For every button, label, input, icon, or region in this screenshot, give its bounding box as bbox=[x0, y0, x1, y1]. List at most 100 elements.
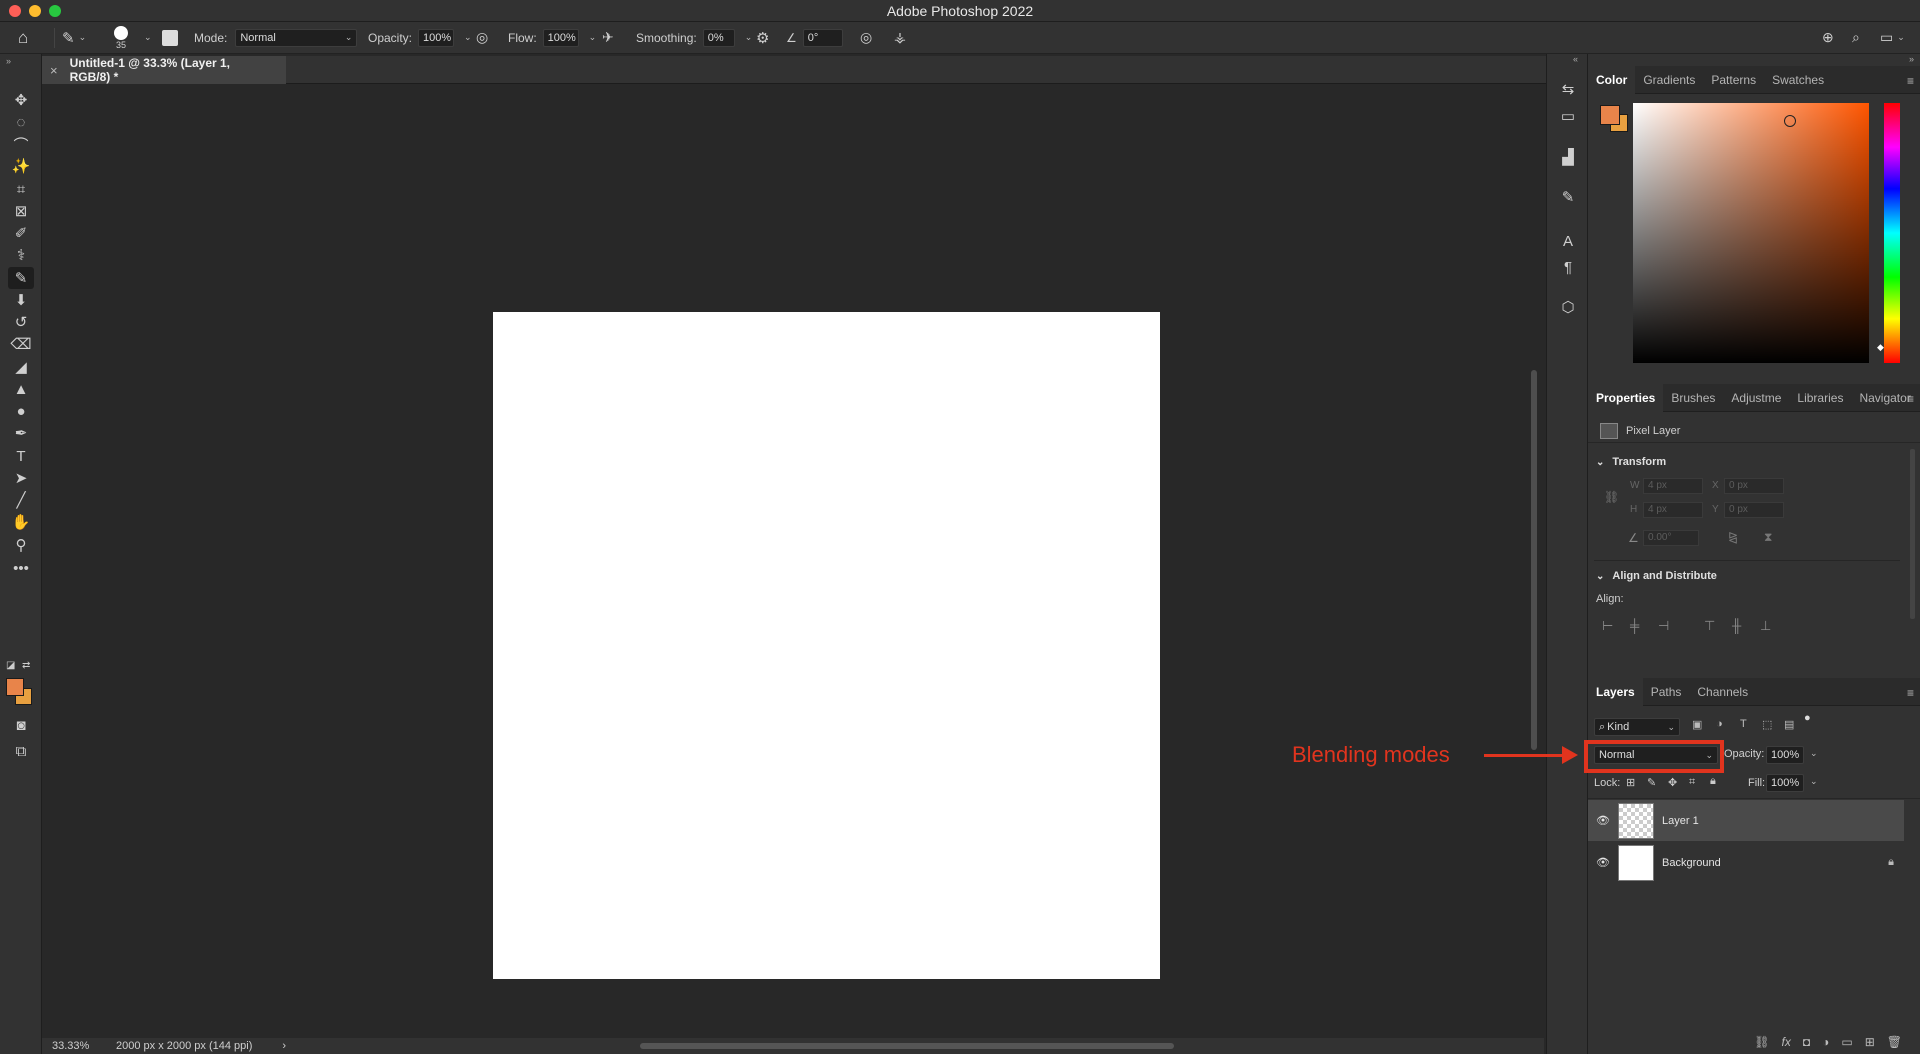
fill-input[interactable]: 100% bbox=[1766, 774, 1804, 792]
document-canvas[interactable] bbox=[493, 312, 1160, 979]
eraser-tool-icon[interactable]: ⌫ bbox=[8, 333, 34, 355]
brush-size-picker[interactable]: 35 bbox=[114, 22, 128, 54]
brush-tool-icon[interactable]: ✎ bbox=[8, 267, 34, 289]
color-picker-cursor[interactable] bbox=[1784, 115, 1796, 127]
tab-gradients[interactable]: Gradients bbox=[1635, 66, 1703, 94]
paint-bucket-tool-icon[interactable]: ◢ bbox=[8, 356, 34, 378]
airbrush-icon[interactable]: ✈ bbox=[602, 29, 614, 46]
filter-smart-object-icon[interactable]: ▤ bbox=[1784, 718, 1794, 731]
add-mask-icon[interactable]: ◘ bbox=[1803, 1035, 1810, 1049]
layer-style-icon[interactable]: fx bbox=[1782, 1035, 1791, 1049]
gear-icon[interactable]: ⚙ bbox=[756, 29, 769, 47]
layer-row-layer-1[interactable]: 👁︎ Layer 1 bbox=[1588, 800, 1904, 841]
new-group-icon[interactable]: ▭ bbox=[1841, 1035, 1852, 1049]
lock-all-icon[interactable]: 🔒︎ bbox=[1710, 775, 1716, 788]
layer-name[interactable]: Layer 1 bbox=[1662, 815, 1699, 827]
close-window-button[interactable] bbox=[9, 5, 21, 17]
panel-menu-icon[interactable]: ≡ bbox=[1907, 392, 1914, 406]
color-field[interactable] bbox=[1633, 103, 1869, 363]
history-icon[interactable]: ⇆ bbox=[1557, 78, 1579, 100]
tab-color[interactable]: Color bbox=[1588, 65, 1636, 94]
visibility-eye-icon[interactable]: 👁︎ bbox=[1596, 814, 1610, 827]
link-layers-icon[interactable]: ⛓ bbox=[1754, 1035, 1769, 1049]
hue-slider[interactable] bbox=[1884, 103, 1900, 363]
tab-patterns[interactable]: Patterns bbox=[1703, 66, 1764, 94]
tab-brushes[interactable]: Brushes bbox=[1663, 384, 1723, 412]
chevron-down-icon[interactable]: ⌄ bbox=[1810, 776, 1818, 787]
mode-select[interactable]: Normal ⌄ bbox=[235, 28, 358, 47]
tab-layers[interactable]: Layers bbox=[1588, 677, 1643, 706]
layer-kind-filter[interactable]: ⌕ Kind ⌄ bbox=[1594, 718, 1680, 736]
link-dimensions-icon[interactable]: ⛓ bbox=[1604, 490, 1619, 504]
move-tool-icon[interactable]: ✥ bbox=[8, 89, 34, 111]
healing-brush-tool-icon[interactable]: ⚕ bbox=[8, 244, 34, 266]
path-selection-tool-icon[interactable]: ➤ bbox=[8, 467, 34, 489]
canvas-area[interactable] bbox=[42, 85, 1526, 1041]
rotation-input[interactable]: 0.00° bbox=[1643, 530, 1699, 546]
height-input[interactable]: 4 px bbox=[1643, 502, 1703, 518]
3d-icon[interactable]: ⬡ bbox=[1557, 296, 1579, 318]
tab-swatches[interactable]: Swatches bbox=[1764, 66, 1832, 94]
collapse-panels-icon[interactable]: « bbox=[1573, 54, 1578, 64]
delete-layer-icon[interactable]: 🗑︎ bbox=[1887, 1035, 1902, 1049]
align-bottom-icon[interactable]: ⊥ bbox=[1760, 618, 1771, 634]
tool-preset-picker[interactable]: ✎ ⌄ bbox=[62, 22, 86, 54]
horizontal-scrollbar[interactable] bbox=[640, 1043, 1174, 1049]
default-colors-icon[interactable]: ◪ bbox=[6, 660, 15, 671]
panel-menu-icon[interactable]: ≡ bbox=[1907, 74, 1914, 88]
panel-menu-icon[interactable]: ≡ bbox=[1907, 686, 1914, 700]
flip-horizontal-icon[interactable]: ⧎ bbox=[1728, 530, 1738, 544]
paragraph-icon[interactable]: ¶ bbox=[1557, 256, 1579, 278]
search-icon[interactable]: ⌕ bbox=[1852, 29, 1860, 46]
tab-adjustments[interactable]: Adjustme bbox=[1723, 384, 1789, 412]
chevron-down-icon[interactable]: ⌄ bbox=[464, 32, 472, 43]
color-panel-foreground-swatch[interactable] bbox=[1600, 105, 1620, 125]
layer-name[interactable]: Background bbox=[1662, 857, 1888, 869]
blur-tool-icon[interactable]: ▲ bbox=[8, 378, 34, 400]
chevron-down-icon[interactable]: ⌄ bbox=[1810, 748, 1818, 759]
new-layer-icon[interactable]: ⊞ bbox=[1865, 1035, 1875, 1049]
zoom-tool-icon[interactable]: ⚲ bbox=[8, 534, 34, 556]
scroll-thumb[interactable] bbox=[1531, 370, 1537, 750]
zoom-window-button[interactable] bbox=[49, 5, 61, 17]
pressure-opacity-icon[interactable]: ◎ bbox=[476, 29, 488, 46]
layer-row-background[interactable]: 👁︎ Background 🔒︎ bbox=[1588, 842, 1904, 883]
opacity-input[interactable]: 100% bbox=[418, 28, 455, 47]
angle-input[interactable]: 0° bbox=[802, 28, 843, 47]
align-top-icon[interactable]: ⊤ bbox=[1704, 618, 1715, 634]
lock-transparent-icon[interactable]: ⊞ bbox=[1626, 776, 1635, 789]
home-button[interactable]: ⌂ bbox=[18, 22, 28, 54]
tab-libraries[interactable]: Libraries bbox=[1789, 384, 1851, 412]
width-input[interactable]: 4 px bbox=[1643, 478, 1703, 494]
expand-panels-icon[interactable]: » bbox=[1909, 54, 1914, 64]
filter-adjustment-icon[interactable]: ◑ bbox=[1716, 718, 1723, 730]
layer-opacity-input[interactable]: 100% bbox=[1766, 746, 1804, 764]
type-tool-icon[interactable]: T bbox=[8, 445, 34, 467]
swap-colors-icon[interactable]: ⇄ bbox=[22, 660, 30, 671]
tab-properties[interactable]: Properties bbox=[1588, 383, 1664, 412]
lasso-tool-icon[interactable]: ⌒ bbox=[8, 133, 34, 155]
magic-wand-tool-icon[interactable]: ✨ bbox=[8, 155, 34, 177]
filter-type-icon[interactable]: T bbox=[1740, 718, 1747, 730]
chevron-down-icon[interactable]: ⌄ bbox=[144, 32, 152, 43]
document-tab[interactable]: × Untitled-1 @ 33.3% (Layer 1, RGB/8) * bbox=[42, 56, 286, 84]
symmetry-icon[interactable]: ⚶ bbox=[894, 29, 906, 46]
status-menu-arrow[interactable]: › bbox=[282, 1040, 286, 1052]
adjustment-layer-icon[interactable]: ◑ bbox=[1822, 1035, 1829, 1049]
flip-vertical-icon[interactable]: ⧗ bbox=[1764, 530, 1772, 545]
x-input[interactable]: 0 px bbox=[1724, 478, 1784, 494]
eyedropper-tool-icon[interactable]: ✐ bbox=[8, 222, 34, 244]
filter-shape-icon[interactable]: ⬚ bbox=[1762, 718, 1772, 731]
visibility-eye-icon[interactable]: 👁︎ bbox=[1596, 856, 1610, 869]
histogram-icon[interactable]: ▟ bbox=[1557, 146, 1579, 168]
smoothing-input[interactable]: 0% bbox=[702, 28, 735, 47]
properties-scrollbar[interactable] bbox=[1910, 449, 1915, 619]
hue-slider-handle[interactable]: ◆ bbox=[1877, 342, 1884, 353]
workspace-icon[interactable]: ▭ bbox=[1880, 29, 1893, 46]
lock-position-icon[interactable]: ✥ bbox=[1668, 776, 1677, 789]
align-center-icon[interactable]: ╪ bbox=[1630, 618, 1639, 633]
close-tab-icon[interactable]: × bbox=[50, 63, 58, 78]
history-brush-tool-icon[interactable]: ↺ bbox=[8, 311, 34, 333]
quick-mask-icon[interactable]: ◙ bbox=[8, 714, 34, 736]
brush-settings-icon[interactable]: ✎ bbox=[1557, 186, 1579, 208]
